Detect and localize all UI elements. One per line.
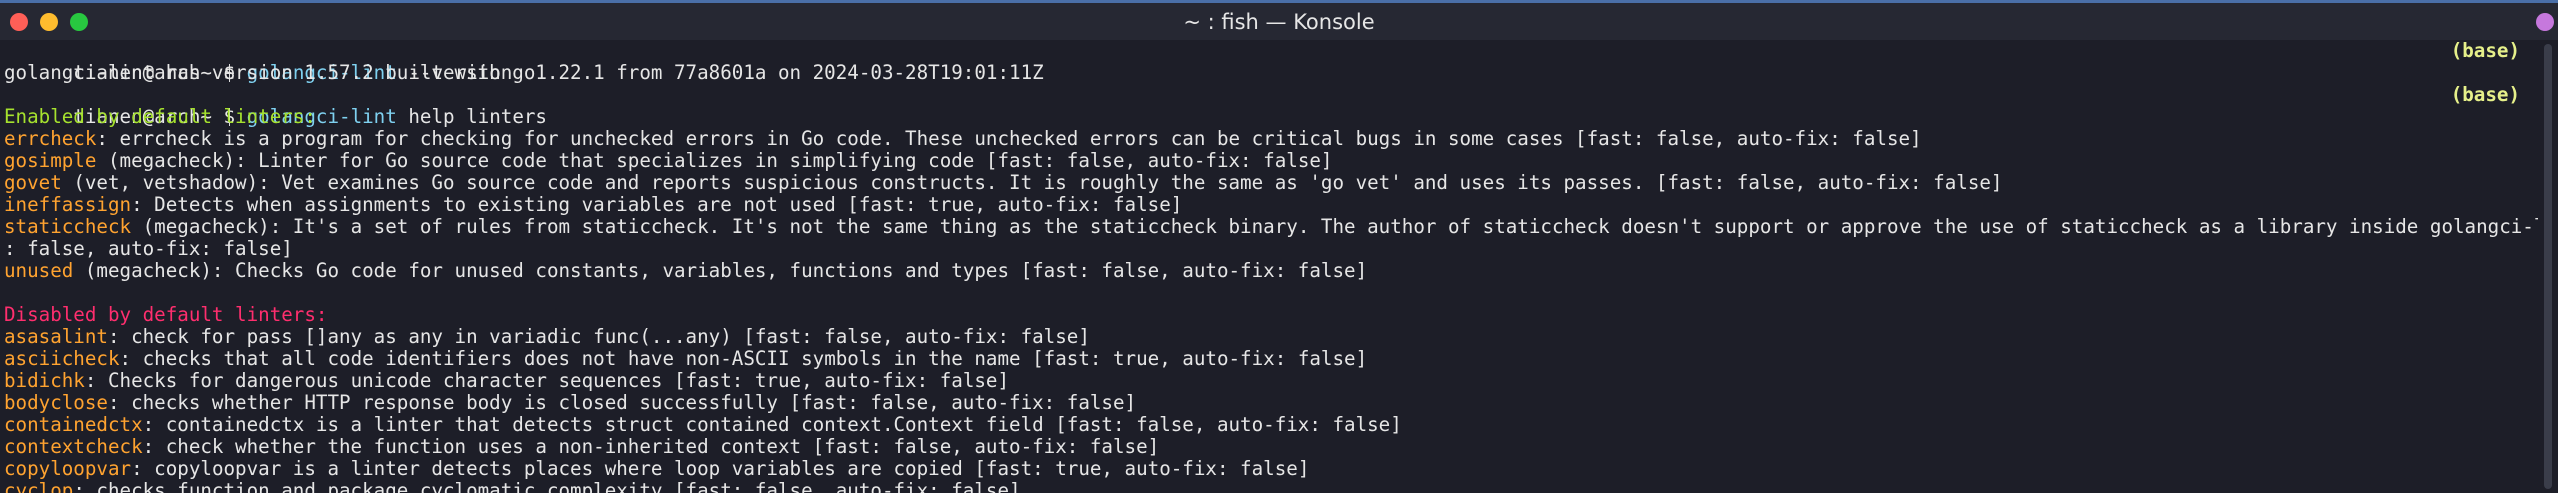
scrollbar-thumb[interactable] (2544, 44, 2552, 489)
linter-line: govet (vet, vetshadow): Vet examines Go … (4, 172, 2538, 194)
linter-name: unused (4, 259, 74, 282)
linter-line: staticcheck (megacheck): It's a set of r… (4, 216, 2538, 238)
linter-line: bodyclose: checks whether HTTP response … (4, 392, 2538, 414)
linter-line: asasalint: check for pass []any as any i… (4, 326, 2538, 348)
linter-description: : checks function and package cyclomatic… (73, 479, 1021, 493)
linter-line: contextcheck: check whether the function… (4, 436, 2538, 458)
linter-name: ineffassign (4, 193, 132, 216)
conda-env-badge: (base) (2450, 83, 2520, 106)
linter-description: : errcheck is a program for checking for… (96, 127, 1922, 150)
linter-description: (megacheck): Linter for Go source code t… (96, 149, 1333, 172)
linter-description: (megacheck): It's a set of rules from st… (131, 215, 2538, 238)
linter-name: asciicheck (4, 347, 120, 370)
linter-name: asasalint (4, 325, 108, 348)
linter-line: cyclop: checks function and package cycl… (4, 480, 2538, 493)
linter-description: (vet, vetshadow): Vet examines Go source… (61, 171, 2003, 194)
window-title: ~ : fish — Konsole (1183, 10, 1375, 34)
linter-description: : check whether the function uses a non-… (142, 435, 1160, 458)
linter-line: containedctx: containedctx is a linter t… (4, 414, 2538, 436)
enabled-linters-header: Enabled by default linters: (4, 105, 316, 128)
linter-name: errcheck (4, 127, 97, 150)
title-bar[interactable]: ~ : fish — Konsole (0, 0, 2558, 40)
disabled-linters-list: asasalint: check for pass []any as any i… (4, 326, 2538, 493)
linter-description: (megacheck): Checks Go code for unused c… (73, 259, 1368, 282)
terminal-output[interactable]: tianen@arch~ $ golangci-lint --version (… (0, 40, 2538, 493)
linter-name: govet (4, 171, 62, 194)
terminal-scrollbar[interactable] (2538, 40, 2558, 493)
linter-name: containedctx (4, 413, 143, 436)
prompt-line: tianen@arch~ $ golangci-lint --version (… (4, 40, 2538, 84)
linter-line: bidichk: Checks for dangerous unicode ch… (4, 370, 2538, 392)
linter-name: staticcheck (4, 215, 132, 238)
linter-description: : check for pass []any as any in variadi… (107, 325, 1090, 348)
linter-description: : checks that all code identifiers does … (119, 347, 1368, 370)
linter-line: errcheck: errcheck is a program for chec… (4, 128, 2538, 150)
linter-description: : Detects when assignments to existing v… (131, 193, 1183, 216)
disabled-linters-header: Disabled by default linters: (4, 303, 328, 326)
linter-line: : false, auto-fix: false] (4, 238, 2538, 260)
linter-name: bodyclose (4, 391, 108, 414)
linter-description: : false, auto-fix: false] (4, 237, 293, 260)
linter-description: : copyloopvar is a linter detects places… (131, 457, 1310, 480)
konsole-window: ~ : fish — Konsole tianen@arch~ $ golang… (0, 0, 2558, 493)
linter-name: cyclop (4, 479, 74, 493)
prompt-line: tianen@arch~ $ golangci-lint help linter… (4, 83, 2538, 128)
linter-line: ineffassign: Detects when assignments to… (4, 194, 2538, 216)
linter-name: bidichk (4, 369, 85, 392)
linter-description: : containedctx is a linter that detects … (142, 413, 1402, 436)
linter-line: copyloopvar: copyloopvar is a linter det… (4, 458, 2538, 480)
conda-env-badge: (base) (2450, 40, 2520, 62)
linter-name: copyloopvar (4, 457, 132, 480)
enabled-linters-list: errcheck: errcheck is a program for chec… (4, 128, 2538, 282)
linter-line: asciicheck: checks that all code identif… (4, 348, 2538, 370)
linter-description: : Checks for dangerous unicode character… (84, 369, 1010, 392)
linter-description: : checks whether HTTP response body is c… (107, 391, 1137, 414)
linter-line: gosimple (megacheck): Linter for Go sour… (4, 150, 2538, 172)
linter-name: contextcheck (4, 435, 143, 458)
output-line: golangci-lint has version 1.57.2 built w… (4, 61, 1044, 84)
linter-line: unused (megacheck): Checks Go code for u… (4, 260, 2538, 282)
window-menu-button[interactable] (2536, 13, 2554, 31)
linter-name: gosimple (4, 149, 97, 172)
